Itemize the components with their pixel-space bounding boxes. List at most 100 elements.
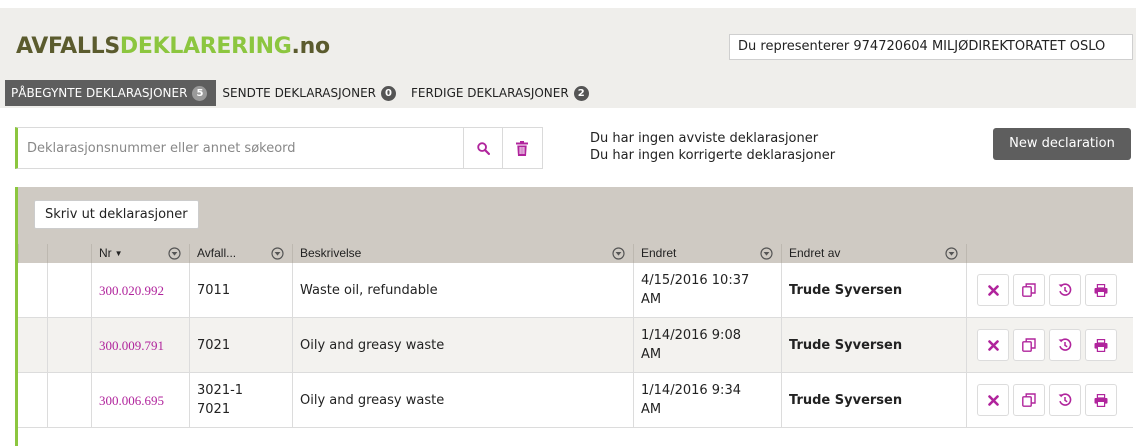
- changed-cell: 4/15/2016 10:37 AM: [633, 263, 781, 317]
- description-cell: Oily and greasy waste: [292, 318, 633, 372]
- tab-label: PÅBEGYNTE DEKLARASJONER: [11, 86, 188, 100]
- copy-button[interactable]: [1013, 329, 1045, 361]
- filter-icon[interactable]: [760, 247, 773, 260]
- filter-icon[interactable]: [271, 247, 284, 260]
- close-icon: [987, 339, 999, 351]
- count-badge: 2: [573, 85, 589, 101]
- column-label: Beskrivelse: [300, 246, 362, 260]
- search-box: [15, 127, 543, 169]
- history-button[interactable]: [1049, 274, 1081, 306]
- copy-button[interactable]: [1013, 384, 1045, 416]
- column-label: Avfall...: [197, 246, 237, 260]
- column-label: Endret av: [789, 246, 841, 260]
- print-button[interactable]: [1085, 384, 1117, 416]
- waste-code-cell: 7021: [189, 318, 292, 372]
- print-button[interactable]: [1085, 274, 1117, 306]
- delete-button[interactable]: [977, 384, 1009, 416]
- tab-label: FERDIGE DEKLARASJONER: [410, 86, 569, 100]
- filter-icon[interactable]: [945, 247, 958, 260]
- close-icon: [987, 394, 999, 406]
- table-header: Nr ▼ Avfall... Beskrivelse Endret Endret …: [18, 244, 1133, 263]
- changed-by-cell: Trude Syversen: [781, 318, 966, 372]
- waste-code-cell: 7011: [189, 263, 292, 317]
- actions-cell: [966, 318, 1133, 372]
- row-expand-cell[interactable]: [47, 263, 91, 317]
- representing-box[interactable]: Du representerer 974720604 MILJØDIREKTOR…: [729, 34, 1133, 60]
- header-cell-actions: [966, 244, 1133, 263]
- panel-toolbar: Skriv ut deklarasjoner: [18, 187, 1133, 244]
- waste-code-cell: 3021-1 7021: [189, 373, 292, 427]
- rejected-info: Du har ingen avviste deklarasjoner: [590, 131, 819, 146]
- changed-cell: 1/14/2016 9:34 AM: [633, 373, 781, 427]
- row-select-cell[interactable]: [18, 263, 47, 317]
- print-declarations-button[interactable]: Skriv ut deklarasjoner: [34, 200, 199, 229]
- corrected-info: Du har ingen korrigerte deklarasjoner: [590, 148, 836, 163]
- search-input[interactable]: [18, 128, 463, 168]
- column-header-nr[interactable]: Nr ▼: [91, 244, 189, 263]
- declarations-table: Nr ▼ Avfall... Beskrivelse Endret Endret …: [18, 244, 1133, 428]
- logo[interactable]: AVFALLSDEKLARERING.no: [16, 34, 330, 59]
- sort-desc-icon: ▼: [114, 249, 123, 258]
- tab-label: SENDTE DEKLARASJONER: [222, 86, 376, 100]
- close-icon: [987, 284, 999, 296]
- count-badge: 5: [192, 85, 208, 101]
- tab-started-declarations[interactable]: PÅBEGYNTE DEKLARASJONER 5: [5, 80, 217, 106]
- declaration-number-cell: 300.020.992: [91, 263, 189, 317]
- declaration-number-link[interactable]: 300.009.791: [99, 336, 164, 355]
- row-select-cell[interactable]: [18, 373, 47, 427]
- filter-icon[interactable]: [168, 247, 181, 260]
- table-row: 300.009.791 7021 Oily and greasy waste 1…: [18, 318, 1133, 373]
- table-row: 300.006.695 3021-1 7021 Oily and greasy w…: [18, 373, 1133, 428]
- declaration-number-cell: 300.009.791: [91, 318, 189, 372]
- header-cell-select: [18, 244, 47, 263]
- description-cell: Oily and greasy waste: [292, 373, 633, 427]
- changed-by-cell: Trude Syversen: [781, 373, 966, 427]
- history-icon: [1058, 283, 1072, 296]
- trash-icon: [516, 140, 528, 156]
- delete-button[interactable]: [977, 329, 1009, 361]
- history-button[interactable]: [1049, 329, 1081, 361]
- print-icon: [1094, 283, 1108, 297]
- declaration-number-link[interactable]: 300.006.695: [99, 391, 164, 410]
- search-icon: [476, 141, 490, 155]
- table-row: 300.020.992 7011 Waste oil, refundable 4…: [18, 263, 1133, 318]
- row-expand-cell[interactable]: [47, 318, 91, 372]
- delete-button[interactable]: [977, 274, 1009, 306]
- declaration-number-link[interactable]: 300.020.992: [99, 281, 164, 300]
- new-declaration-button[interactable]: New declaration: [993, 128, 1131, 160]
- declaration-status-info: Du har ingen avviste deklarasjoner Du ha…: [590, 130, 835, 164]
- column-label: Endret: [641, 246, 677, 260]
- changed-by-cell: Trude Syversen: [781, 263, 966, 317]
- print-button[interactable]: [1085, 329, 1117, 361]
- search-button[interactable]: [463, 128, 502, 168]
- count-badge: 0: [380, 85, 396, 101]
- declarations-panel: Skriv ut deklarasjoner Nr ▼ Avfall... Bes…: [15, 187, 1133, 446]
- actions-cell: [966, 373, 1133, 427]
- actions-cell: [966, 263, 1133, 317]
- history-button[interactable]: [1049, 384, 1081, 416]
- history-icon: [1058, 338, 1072, 351]
- declaration-number-cell: 300.006.695: [91, 373, 189, 427]
- column-header-avfall[interactable]: Avfall...: [189, 244, 292, 263]
- print-icon: [1094, 393, 1108, 407]
- clear-search-button[interactable]: [502, 128, 541, 168]
- copy-icon: [1022, 338, 1036, 352]
- copy-button[interactable]: [1013, 274, 1045, 306]
- tab-sent-declarations[interactable]: SENDTE DEKLARASJONER 0: [216, 80, 405, 106]
- tab-finished-declarations[interactable]: FERDIGE DEKLARASJONER 2: [405, 80, 598, 106]
- description-cell: Waste oil, refundable: [292, 263, 633, 317]
- column-label: Nr: [99, 246, 112, 260]
- print-icon: [1094, 338, 1108, 352]
- column-header-beskrivelse[interactable]: Beskrivelse: [292, 244, 633, 263]
- header-cell-expand: [47, 244, 91, 263]
- copy-icon: [1022, 393, 1036, 407]
- changed-cell: 1/14/2016 9:08 AM: [633, 318, 781, 372]
- row-expand-cell[interactable]: [47, 373, 91, 427]
- history-icon: [1058, 393, 1072, 406]
- column-header-endret-av[interactable]: Endret av: [781, 244, 966, 263]
- row-select-cell[interactable]: [18, 318, 47, 372]
- tab-bar: PÅBEGYNTE DEKLARASJONER 5 SENDTE DEKLARA…: [5, 80, 598, 106]
- column-header-endret[interactable]: Endret: [633, 244, 781, 263]
- copy-icon: [1022, 283, 1036, 297]
- filter-icon[interactable]: [612, 247, 625, 260]
